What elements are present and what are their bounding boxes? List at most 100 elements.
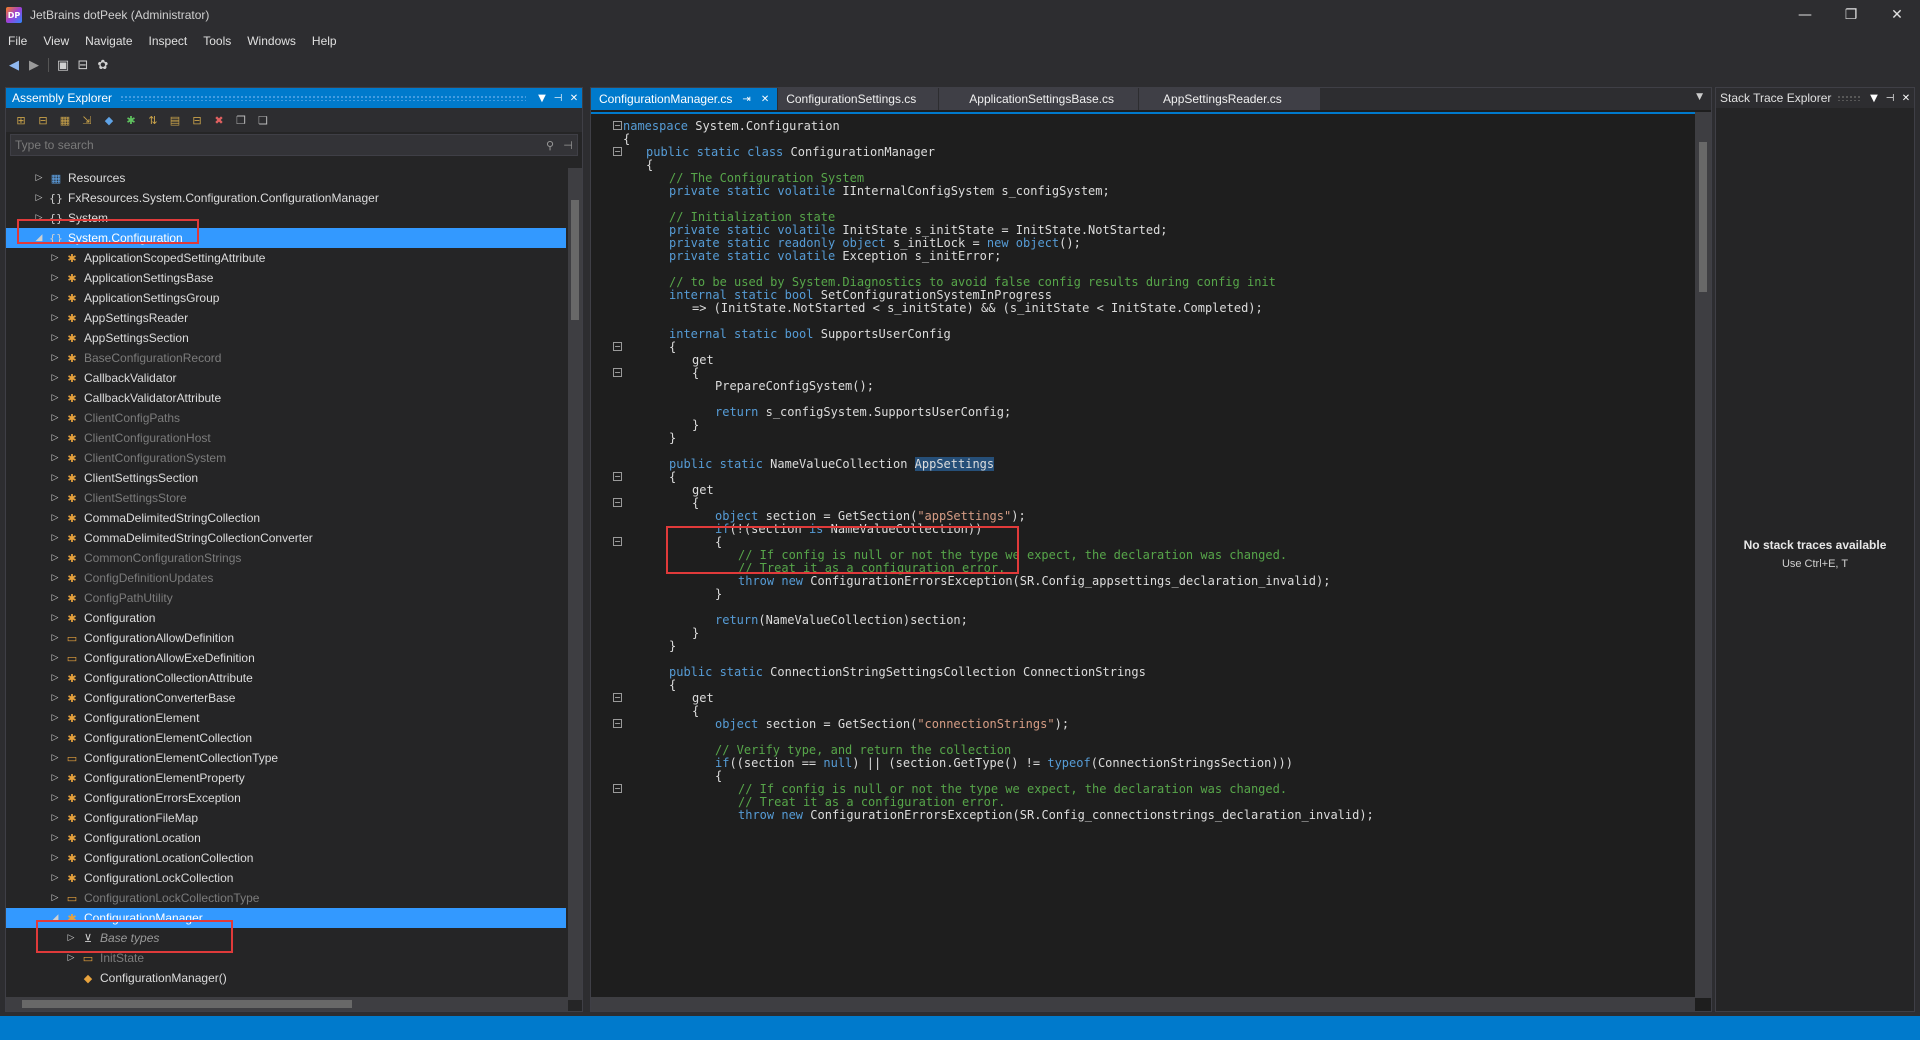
expand-arrow-icon[interactable]: ▷ (48, 373, 62, 383)
expand-arrow-icon[interactable]: ▷ (64, 953, 78, 963)
menu-tools[interactable]: Tools (195, 30, 239, 52)
open-icon[interactable]: ⊟ (73, 56, 93, 74)
scrollbar-thumb[interactable] (571, 200, 579, 320)
expand-arrow-icon[interactable]: ▷ (32, 173, 46, 183)
remove-icon[interactable]: ✖ (208, 111, 230, 129)
tree-item[interactable]: ▷ ▭ ConfigurationAllowDefinition (6, 628, 566, 648)
pin-icon[interactable]: ⊣ (550, 93, 566, 104)
close-icon[interactable]: ✕ (566, 93, 582, 104)
open-from-gac-icon[interactable]: ⊟ (32, 111, 54, 129)
tree-item[interactable]: ◢ ✱ ConfigurationManager (6, 908, 566, 928)
tree-item[interactable]: ▷ ✱ AppSettingsReader (6, 308, 566, 328)
tree-item[interactable]: ▷ ✱ ConfigurationElement (6, 708, 566, 728)
tab-applicationsettingsbase[interactable]: ApplicationSettingsBase.cs (939, 88, 1139, 110)
fold-toggle-icon[interactable]: − (613, 498, 622, 507)
tree-item[interactable]: ▷ ✱ BaseConfigurationRecord (6, 348, 566, 368)
tree-item[interactable]: ▷ ✱ ConfigurationErrorsException (6, 788, 566, 808)
gear-icon[interactable]: ✿ (93, 56, 113, 74)
expand-arrow-icon[interactable]: ▷ (48, 313, 62, 323)
expand-arrow-icon[interactable]: ▷ (48, 273, 62, 283)
tree-item[interactable]: ▷ ✱ ApplicationSettingsGroup (6, 288, 566, 308)
fold-toggle-icon[interactable]: − (613, 537, 622, 546)
tree-item[interactable]: ▷ ▭ ConfigurationElementCollectionType (6, 748, 566, 768)
expand-arrow-icon[interactable]: ▷ (48, 733, 62, 743)
tree-item[interactable]: ▷ ✱ ConfigPathUtility (6, 588, 566, 608)
open-assembly-icon[interactable]: ⊞ (10, 111, 32, 129)
tree-item[interactable]: ▷{} FxResources.System.Configuration.Conf… (6, 188, 566, 208)
menu-view[interactable]: View (35, 30, 77, 52)
tree-item[interactable]: ▷ ⊻ Base types (6, 928, 566, 948)
tree-item[interactable]: ▷ ✱ ClientSettingsStore (6, 488, 566, 508)
paste-icon[interactable]: ❏ (252, 111, 274, 129)
tab-appsettingsreader[interactable]: AppSettingsReader.cs (1139, 88, 1320, 110)
collapse-arrow-icon[interactable]: ◢ (32, 233, 46, 243)
group-icon[interactable]: ▤ (164, 111, 186, 129)
fold-toggle-icon[interactable]: − (613, 693, 622, 702)
expand-arrow-icon[interactable]: ▷ (48, 393, 62, 403)
expand-arrow-icon[interactable]: ▷ (48, 553, 62, 563)
fold-toggle-icon[interactable]: − (613, 368, 622, 377)
menu-inspect[interactable]: Inspect (141, 30, 196, 52)
assembly-search-input[interactable] (11, 137, 541, 153)
expand-arrow-icon[interactable]: ▷ (48, 473, 62, 483)
expand-arrow-icon[interactable]: ▷ (48, 713, 62, 723)
collapse-arrow-icon[interactable]: ◢ (48, 913, 62, 923)
expand-arrow-icon[interactable]: ▷ (48, 433, 62, 443)
close-icon[interactable]: ✕ (1898, 93, 1914, 104)
tree-item[interactable]: ▷ ✱ ConfigurationLocationCollection (6, 848, 566, 868)
minimize-button[interactable]: — (1782, 0, 1828, 30)
search-options-icon[interactable]: ⊣ (559, 139, 577, 152)
fold-toggle-icon[interactable]: − (613, 121, 622, 130)
copy-icon[interactable]: ❐ (230, 111, 252, 129)
close-tab-icon[interactable]: ✕ (761, 94, 769, 105)
expand-arrow-icon[interactable]: ▷ (48, 673, 62, 683)
collapse-all-icon[interactable]: ⊟ (186, 111, 208, 129)
expand-arrow-icon[interactable]: ▷ (32, 213, 46, 223)
forward-icon[interactable]: ▶ (24, 56, 44, 74)
pin-icon[interactable]: ⊣ (1882, 93, 1898, 104)
tree-item[interactable]: ▷ ✱ CommonConfigurationStrings (6, 548, 566, 568)
settings-icon[interactable]: ✱ (120, 111, 142, 129)
expand-arrow-icon[interactable]: ▷ (48, 793, 62, 803)
expand-arrow-icon[interactable]: ▷ (48, 893, 62, 903)
drag-handle[interactable] (1837, 95, 1860, 101)
expand-arrow-icon[interactable]: ▷ (64, 933, 78, 943)
tree-item[interactable]: ▷ ✱ ConfigurationElementCollection (6, 728, 566, 748)
editor-horizontal-scrollbar[interactable] (591, 997, 1695, 1011)
expand-arrow-icon[interactable]: ▷ (48, 533, 62, 543)
back-icon[interactable]: ◀ (4, 56, 24, 74)
menu-windows[interactable]: Windows (239, 30, 304, 52)
tree-item[interactable]: ▷ ✱ ClientConfigurationSystem (6, 448, 566, 468)
expand-arrow-icon[interactable]: ▷ (32, 193, 46, 203)
expand-arrow-icon[interactable]: ▷ (48, 773, 62, 783)
tree-item[interactable]: ▷ ✱ CommaDelimitedStringCollection (6, 508, 566, 528)
tree-item[interactable]: ▷ ✱ ConfigurationElementProperty (6, 768, 566, 788)
open-nuget-icon[interactable]: ▦ (54, 111, 76, 129)
tree-item[interactable]: ▷ ✱ CallbackValidatorAttribute (6, 388, 566, 408)
dropdown-icon[interactable]: ▼ (534, 93, 550, 104)
expand-arrow-icon[interactable]: ▷ (48, 833, 62, 843)
expand-arrow-icon[interactable]: ▷ (48, 513, 62, 523)
tree-item[interactable]: ▷ ✱ ConfigurationLockCollection (6, 868, 566, 888)
tree-horizontal-scrollbar[interactable] (6, 997, 568, 1011)
tree-item[interactable]: ▷ ✱ ClientConfigPaths (6, 408, 566, 428)
explore-process-icon[interactable]: ◆ (98, 111, 120, 129)
expand-arrow-icon[interactable]: ▷ (48, 873, 62, 883)
scrollbar-thumb[interactable] (22, 1000, 352, 1008)
tree-item[interactable]: ◆ ConfigurationManager() (6, 968, 566, 988)
tree-item[interactable]: ▷ ✱ ConfigDefinitionUpdates (6, 568, 566, 588)
expand-arrow-icon[interactable]: ▷ (48, 493, 62, 503)
tree-item[interactable]: ▷ ✱ CallbackValidator (6, 368, 566, 388)
tree-item[interactable]: ▷ ▭ InitState (6, 948, 566, 968)
tree-item[interactable]: ▷ ✱ AppSettingsSection (6, 328, 566, 348)
tree-item[interactable]: ▷ ✱ ConfigurationLocation (6, 828, 566, 848)
restore-button[interactable]: ❐ (1828, 0, 1874, 30)
tree-item[interactable]: ◢{} System.Configuration (6, 228, 566, 248)
tree-item[interactable]: ▷ ▭ ConfigurationLockCollectionType (6, 888, 566, 908)
tab-configurationmanager[interactable]: ConfigurationManager.cs ⇥ ✕ (591, 88, 778, 110)
fold-toggle-icon[interactable]: − (613, 472, 622, 481)
tree-item[interactable]: ▷ ✱ ClientConfigurationHost (6, 428, 566, 448)
expand-arrow-icon[interactable]: ▷ (48, 573, 62, 583)
tree-item[interactable]: ▷ ✱ ApplicationScopedSettingAttribute (6, 248, 566, 268)
expand-arrow-icon[interactable]: ▷ (48, 253, 62, 263)
